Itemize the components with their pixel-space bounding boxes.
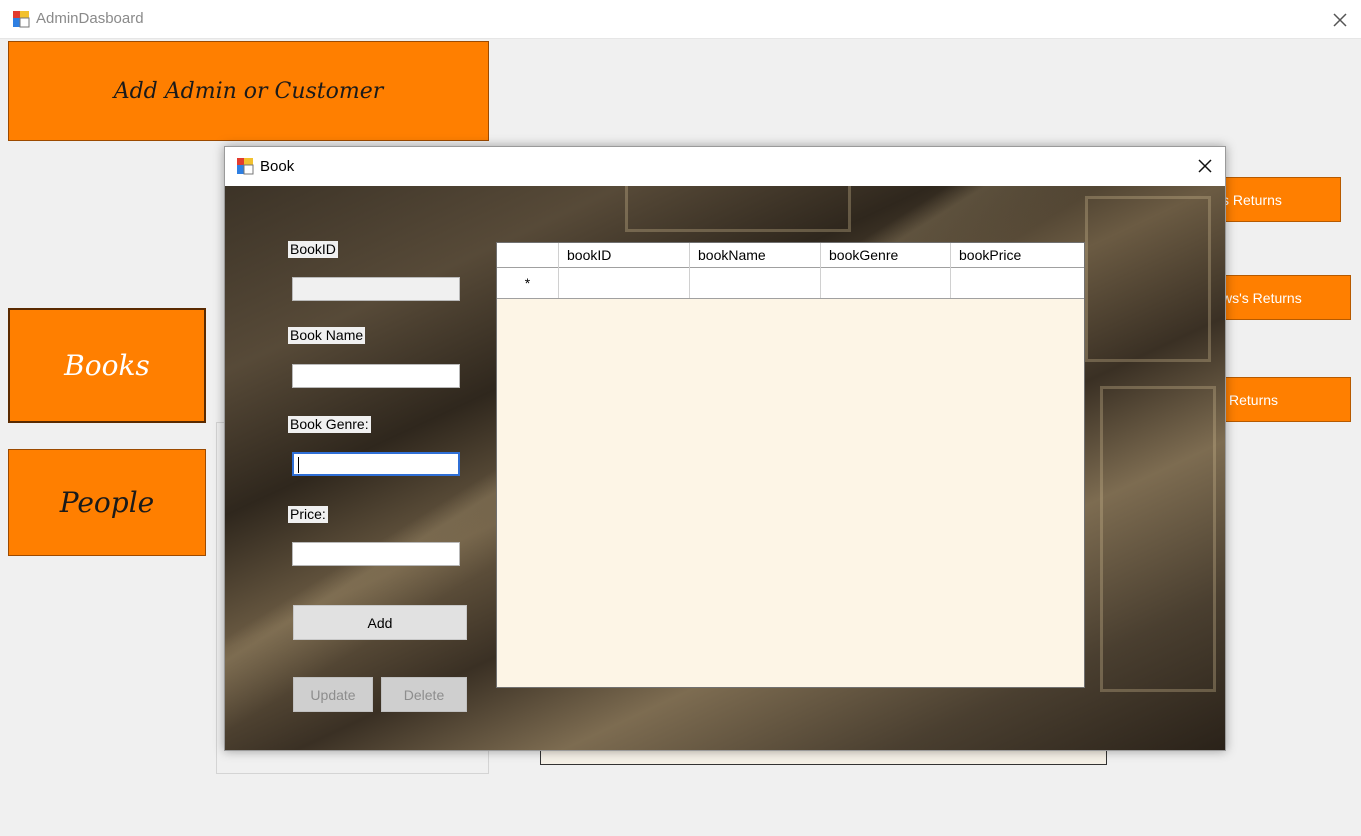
book-name-field[interactable] [292,364,460,388]
dialog-titlebar: Book [225,147,1225,186]
table-row[interactable]: * [497,268,1084,299]
column-header-bookid[interactable]: bookID [559,243,690,268]
price-field[interactable] [292,542,460,566]
book-genre-label: Book Genre: [288,416,371,433]
book-id-label: BookID [288,241,338,258]
column-header-bookgenre[interactable]: bookGenre [821,243,951,268]
row-header-new[interactable]: * [497,268,559,298]
ornament-frame [1085,196,1211,362]
book-name-label: Book Name [288,327,366,344]
add-button[interactable]: Add [293,605,467,640]
ornament-frame [1100,386,1216,692]
cell-bookgenre[interactable] [821,268,951,298]
add-admin-or-customer-button[interactable]: Add Admin or Customer [8,41,489,141]
dialog-title: Book [260,158,295,175]
books-button[interactable]: Books [8,308,206,423]
window-title: AdminDasboard [36,10,144,27]
grid-corner-header [497,243,559,268]
close-icon[interactable] [1191,152,1219,180]
books-data-grid[interactable]: bookID bookName bookGenre bookPrice * [496,242,1085,688]
grid-header-row: bookID bookName bookGenre bookPrice [497,243,1084,268]
people-button[interactable]: People [8,449,206,556]
returns-button-2[interactable]: ws's Returns [1215,275,1351,320]
app-icon [236,157,254,175]
cell-bookname[interactable] [690,268,821,298]
delete-button: Delete [381,677,467,712]
dialog-background-image: BookID Book Name Book Genre: Price: Add … [225,186,1225,750]
text-caret [298,457,299,473]
book-dialog: Book BookID Book Name Book Genre: Price:… [224,146,1226,751]
returns-button-3[interactable]: Returns [1222,377,1351,422]
column-header-bookname[interactable]: bookName [690,243,821,268]
ornament-frame [625,186,851,232]
close-icon[interactable] [1326,6,1354,34]
app-icon [12,10,30,28]
book-id-field [292,277,460,301]
book-genre-field[interactable] [292,452,460,476]
column-header-bookprice[interactable]: bookPrice [951,243,1084,268]
price-label: Price: [288,506,328,523]
main-titlebar: AdminDasboard [0,0,1361,39]
returns-button-1[interactable]: s Returns [1215,177,1341,222]
cell-bookid[interactable] [559,268,690,298]
cell-bookprice[interactable] [951,268,1084,298]
update-button: Update [293,677,373,712]
